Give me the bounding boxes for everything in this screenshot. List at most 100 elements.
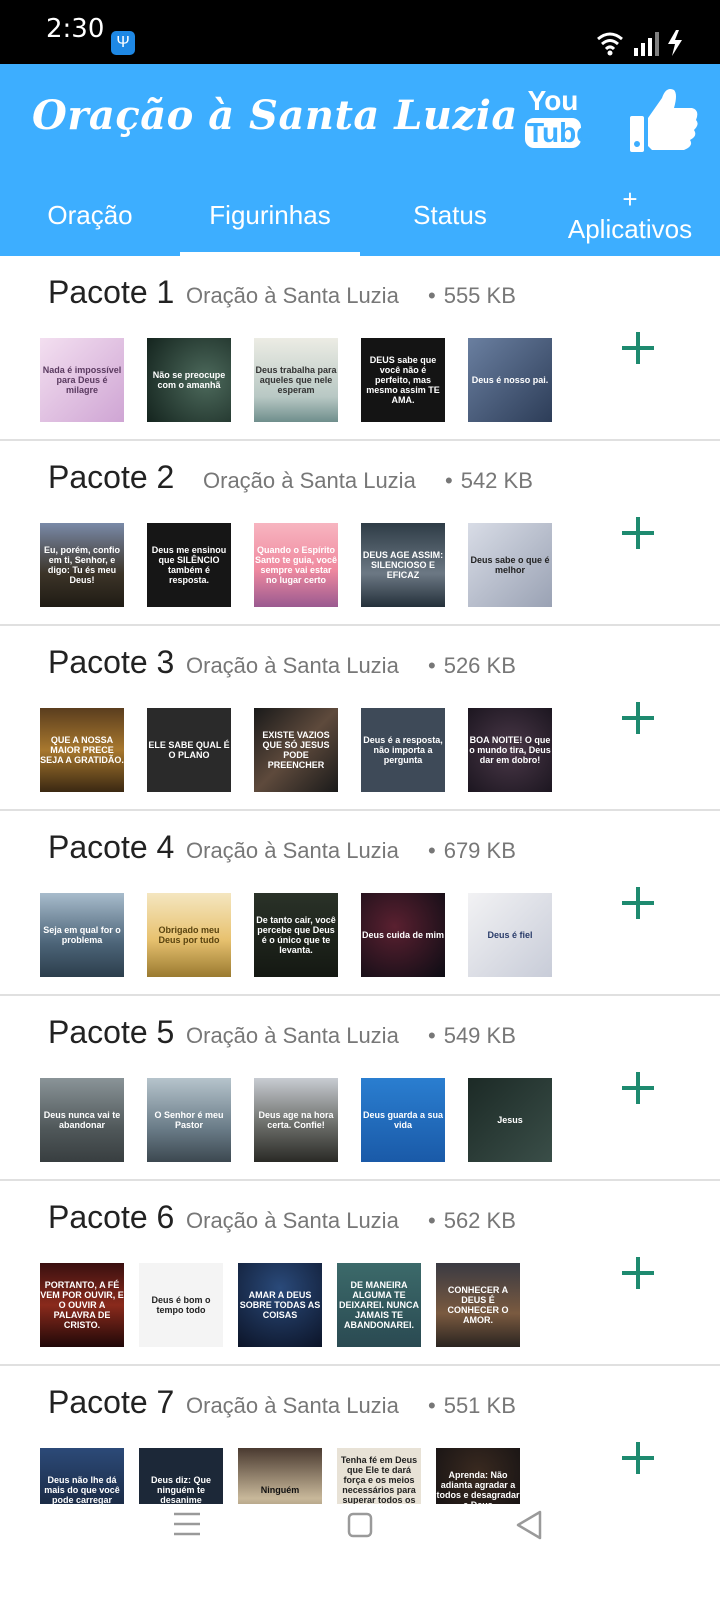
sticker-thumbnail: Obrigado meu Deus por tudo	[147, 893, 231, 977]
sticker-thumbnail: Deus diz: Que ninguém te desanime	[139, 1448, 223, 1504]
back-icon	[516, 1510, 542, 1540]
system-status-icons	[597, 30, 682, 56]
sticker-thumbnail: QUE A NOSSA MAIOR PRECE SEJA A GRATIDÃO.	[40, 708, 124, 792]
sticker-thumbnail: DEUS AGE ASSIM: SILENCIOSO E EFICAZ	[361, 523, 445, 607]
tab-oracao[interactable]: Oração	[0, 176, 180, 256]
pack-size: 551 KB	[428, 1393, 516, 1419]
sticker-pack-row[interactable]: Pacote 5 Oração à Santa Luzia 549 KB Deu…	[0, 996, 720, 1181]
sticker-thumbnail: Ninguém	[238, 1448, 322, 1504]
home-icon	[347, 1512, 373, 1538]
battery-charging-icon	[668, 30, 682, 56]
app-bar: Oração à Santa Luzia You Tube Oração Fig…	[0, 64, 720, 256]
pack-size: 555 KB	[428, 283, 516, 309]
tab-label: Status	[413, 200, 487, 230]
sticker-thumbnail: DEUS sabe que você não é perfeito, mas m…	[361, 338, 445, 422]
pack-size: 542 KB	[445, 468, 533, 494]
status-time: 2:30	[46, 14, 105, 44]
add-pack-button[interactable]	[622, 517, 654, 549]
sticker-previews: QUE A NOSSA MAIOR PRECE SEJA A GRATIDÃO.…	[40, 708, 575, 792]
status-bar: 2:30 Ψ	[0, 0, 720, 64]
pack-name: Pacote 3	[48, 644, 175, 680]
tab-status[interactable]: Status	[360, 176, 540, 256]
sticker-thumbnail: PORTANTO, A FÉ VEM POR OUVIR, E O OUVIR …	[40, 1263, 124, 1347]
pack-size: 679 KB	[428, 838, 516, 864]
sticker-thumbnail: AMAR A DEUS SOBRE TODAS AS COISAS	[238, 1263, 322, 1347]
sticker-thumbnail: De tanto cair, você percebe que Deus é o…	[254, 893, 338, 977]
sticker-pack-row[interactable]: Pacote 2 Oração à Santa Luzia 542 KB Eu,…	[0, 441, 720, 626]
youtube-label-top: You	[527, 85, 579, 116]
sticker-previews: PORTANTO, A FÉ VEM POR OUVIR, E O OUVIR …	[40, 1263, 535, 1347]
sticker-thumbnail: Deus é bom o tempo todo	[139, 1263, 223, 1347]
sticker-thumbnail: Deus trabalha para aqueles que nele espe…	[254, 338, 338, 422]
pack-publisher: Oração à Santa Luzia	[186, 1208, 399, 1233]
sticker-thumbnail: Deus guarda a sua vida	[361, 1078, 445, 1162]
sticker-thumbnail: Deus é nosso pai.	[468, 338, 552, 422]
tab-label: Figurinhas	[209, 200, 331, 230]
tab-label-plus: +	[622, 184, 638, 214]
sticker-thumbnail: Deus age na hora certa. Confie!	[254, 1078, 338, 1162]
sticker-previews: Nada é impossível para Deus é milagre Nã…	[40, 338, 575, 422]
signal-icon	[634, 32, 659, 56]
pack-publisher: Oração à Santa Luzia	[186, 283, 399, 308]
pack-publisher: Oração à Santa Luzia	[186, 1393, 399, 1418]
pack-name: Pacote 2	[48, 459, 175, 495]
pack-name: Pacote 4	[48, 829, 175, 865]
add-pack-button[interactable]	[622, 702, 654, 734]
sticker-previews: Deus não lhe dá mais do que você pode ca…	[40, 1448, 535, 1504]
sticker-previews: Eu, porém, confio em ti, Senhor, e digo:…	[40, 523, 575, 607]
sticker-thumbnail: Deus cuida de mim	[361, 893, 445, 977]
sticker-previews: Seja em qual for o problema Obrigado meu…	[40, 893, 575, 977]
pack-size: 549 KB	[428, 1023, 516, 1049]
pack-size: 562 KB	[428, 1208, 516, 1234]
navigation-bar	[0, 1504, 720, 1600]
add-pack-button[interactable]	[622, 1442, 654, 1474]
tab-label: Oração	[47, 200, 133, 230]
sticker-thumbnail: Deus sabe o que é melhor	[468, 523, 552, 607]
sticker-thumbnail: Deus não lhe dá mais do que você pode ca…	[40, 1448, 124, 1504]
app-title: Oração à Santa Luzia	[32, 92, 518, 139]
sticker-previews: Deus nunca vai te abandonar O Senhor é m…	[40, 1078, 575, 1162]
sticker-thumbnail: Seja em qual for o problema	[40, 893, 124, 977]
sticker-thumbnail: O Senhor é meu Pastor	[147, 1078, 231, 1162]
sticker-thumbnail: Jesus	[468, 1078, 552, 1162]
sticker-pack-row[interactable]: Pacote 6 Oração à Santa Luzia 562 KB POR…	[0, 1181, 720, 1366]
add-pack-button[interactable]	[622, 1072, 654, 1104]
sticker-thumbnail: Nada é impossível para Deus é milagre	[40, 338, 124, 422]
sticker-pack-row[interactable]: Pacote 3 Oração à Santa Luzia 526 KB QUE…	[0, 626, 720, 811]
pack-publisher: Oração à Santa Luzia	[186, 653, 399, 678]
pack-publisher: Oração à Santa Luzia	[186, 838, 399, 863]
sticker-thumbnail: Deus me ensinou que SILÊNCIO também é re…	[147, 523, 231, 607]
sticker-pack-list[interactable]: Pacote 1 Oração à Santa Luzia 555 KB Nad…	[0, 256, 720, 1504]
sticker-pack-row[interactable]: Pacote 4 Oração à Santa Luzia 679 KB Sej…	[0, 811, 720, 996]
add-pack-button[interactable]	[622, 1257, 654, 1289]
sticker-thumbnail: Não se preocupe com o amanhã	[147, 338, 231, 422]
usb-icon: Ψ	[111, 31, 135, 55]
pack-publisher: Oração à Santa Luzia	[203, 468, 416, 493]
sticker-thumbnail: Quando o Espírito Santo te guia, você se…	[254, 523, 338, 607]
pack-name: Pacote 7	[48, 1384, 175, 1420]
youtube-icon[interactable]: You Tube	[525, 85, 592, 148]
sticker-thumbnail: CONHECER A DEUS É CONHECER O AMOR.	[436, 1263, 520, 1347]
recent-apps-icon	[174, 1512, 200, 1536]
sticker-thumbnail: Aprenda: Não adianta agradar a todos e d…	[436, 1448, 520, 1504]
add-pack-button[interactable]	[622, 332, 654, 364]
wifi-icon	[597, 32, 623, 51]
sticker-thumbnail: EXISTE VAZIOS QUE SÓ JESUS PODE PREENCHE…	[254, 708, 338, 792]
youtube-label-bottom: Tube	[525, 117, 592, 148]
sticker-thumbnail: Tenha fé em Deus que Ele te dará força e…	[337, 1448, 421, 1504]
pack-name: Pacote 5	[48, 1014, 175, 1050]
add-pack-button[interactable]	[622, 887, 654, 919]
sticker-thumbnail: Deus nunca vai te abandonar	[40, 1078, 124, 1162]
sticker-pack-row[interactable]: Pacote 7 Oração à Santa Luzia 551 KB Deu…	[0, 1366, 720, 1504]
sticker-thumbnail: Deus é a resposta, não importa a pergunt…	[361, 708, 445, 792]
pack-publisher: Oração à Santa Luzia	[186, 1023, 399, 1048]
tab-aplicativos[interactable]: + Aplicativos	[540, 176, 720, 256]
pack-name: Pacote 1	[48, 274, 175, 310]
sticker-thumbnail: BOA NOITE! O que o mundo tira, Deus dar …	[468, 708, 552, 792]
pack-size: 526 KB	[428, 653, 516, 679]
pack-name: Pacote 6	[48, 1199, 175, 1235]
thumbs-up-icon[interactable]	[628, 84, 700, 156]
sticker-thumbnail: Deus é fiel	[468, 893, 552, 977]
tab-figurinhas[interactable]: Figurinhas	[180, 176, 360, 256]
sticker-pack-row[interactable]: Pacote 1 Oração à Santa Luzia 555 KB Nad…	[0, 256, 720, 441]
